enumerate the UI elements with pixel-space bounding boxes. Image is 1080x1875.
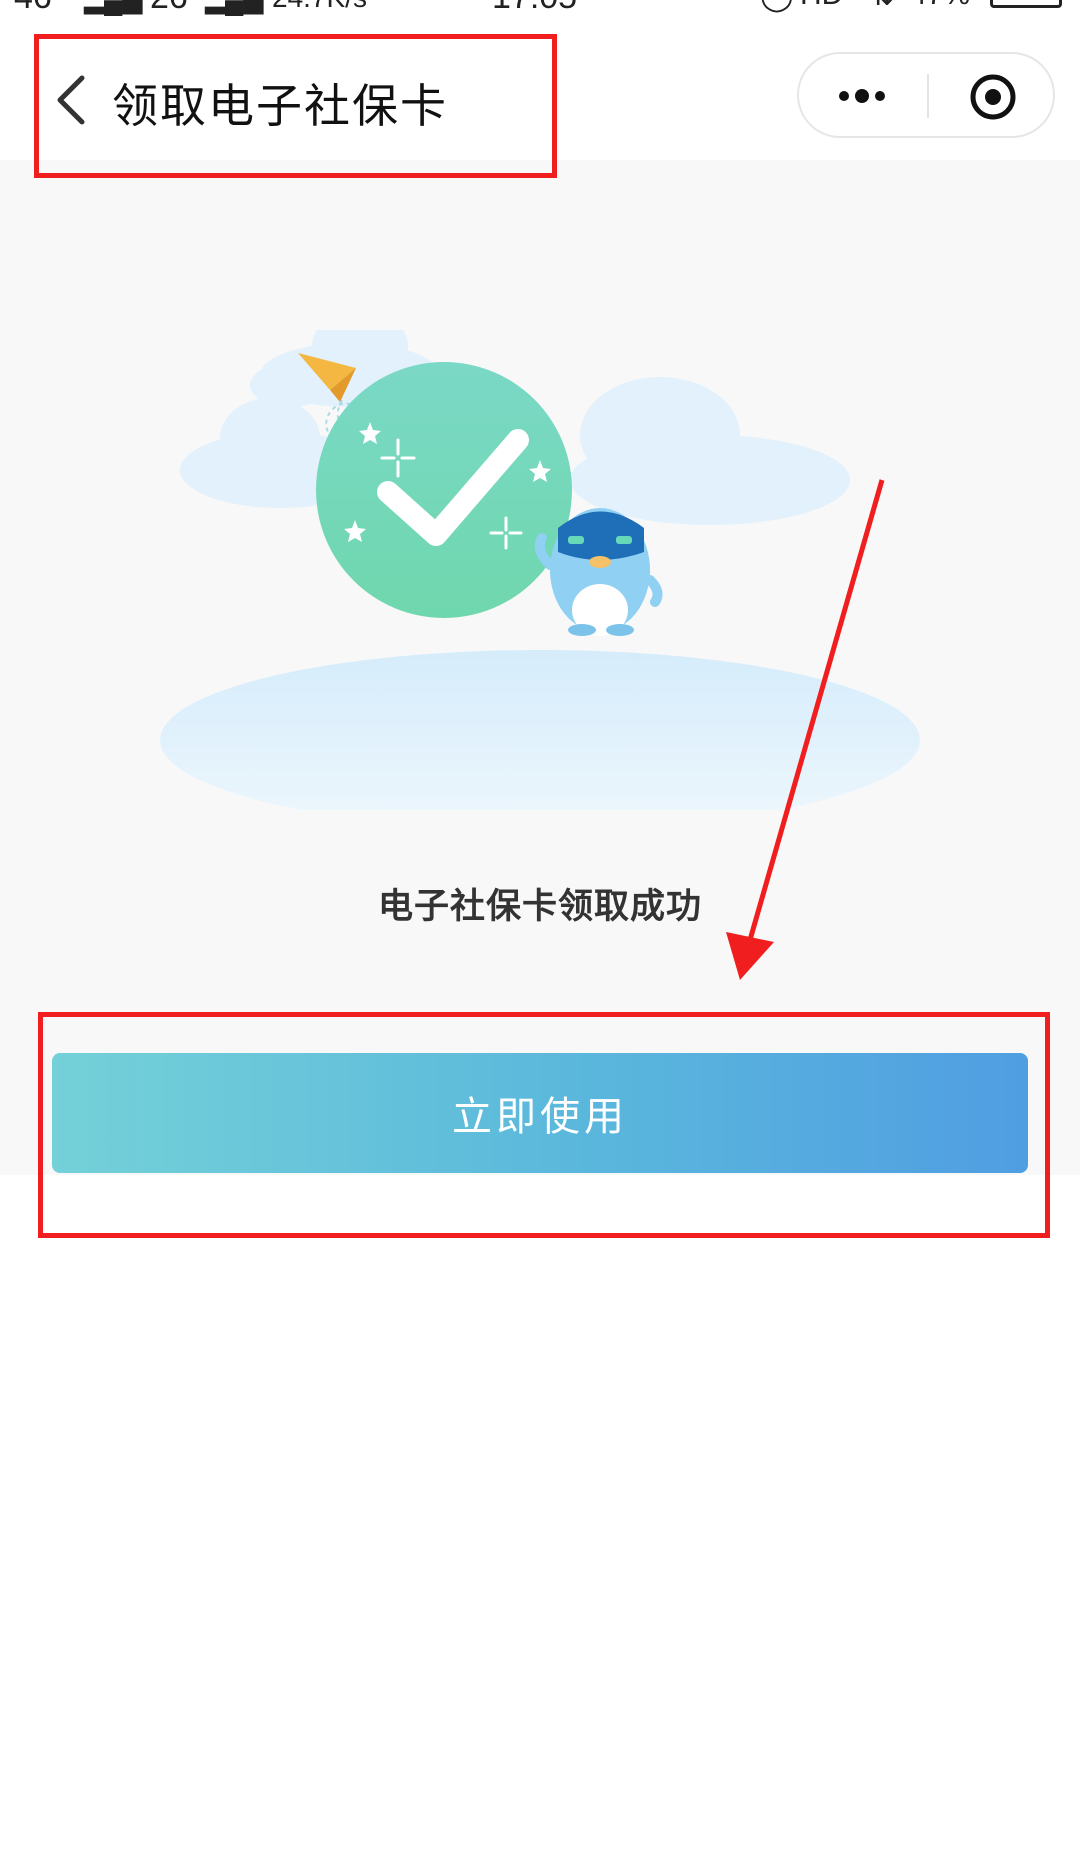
signal-bars-icon: ▂▄▆ <box>205 0 263 15</box>
capsule-divider <box>927 74 929 118</box>
close-target-icon[interactable] <box>969 73 1017 121</box>
more-dots-icon[interactable] <box>832 82 892 110</box>
status-time: 17:05 <box>492 0 577 17</box>
check-circle <box>316 362 572 618</box>
use-now-button[interactable]: 立即使用 <box>52 1053 1028 1173</box>
battery-level: 47% <box>910 0 970 12</box>
back-chevron-icon[interactable] <box>52 70 92 130</box>
success-illustration <box>160 330 920 810</box>
main-content: 电子社保卡领取成功 立即使用 <box>0 160 1080 1175</box>
nav-bar: 领取电子社保卡 <box>0 30 1080 160</box>
page-title: 领取电子社保卡 <box>112 79 448 133</box>
battery-icon <box>990 0 1062 8</box>
success-message: 电子社保卡领取成功 <box>377 887 702 927</box>
signal-strength-1: 46 <box>14 0 52 17</box>
network-speed: 24.7K/s <box>272 0 367 14</box>
signal-strength-2: 26 <box>150 0 188 17</box>
alarm-icon: ◯ <box>760 0 794 13</box>
signal-bars-icon: ▂▄▆ <box>84 0 142 15</box>
status-bar: 46 ▂▄▆ 26 ▂▄▆ 24.7K/s 17:05 ◯ HD ⇅ 47% <box>0 0 1080 18</box>
wifi-icon: ⇅ <box>870 0 895 13</box>
ground-ellipse <box>160 650 920 810</box>
hd-label: HD <box>800 0 843 12</box>
mini-program-capsule <box>797 52 1055 138</box>
